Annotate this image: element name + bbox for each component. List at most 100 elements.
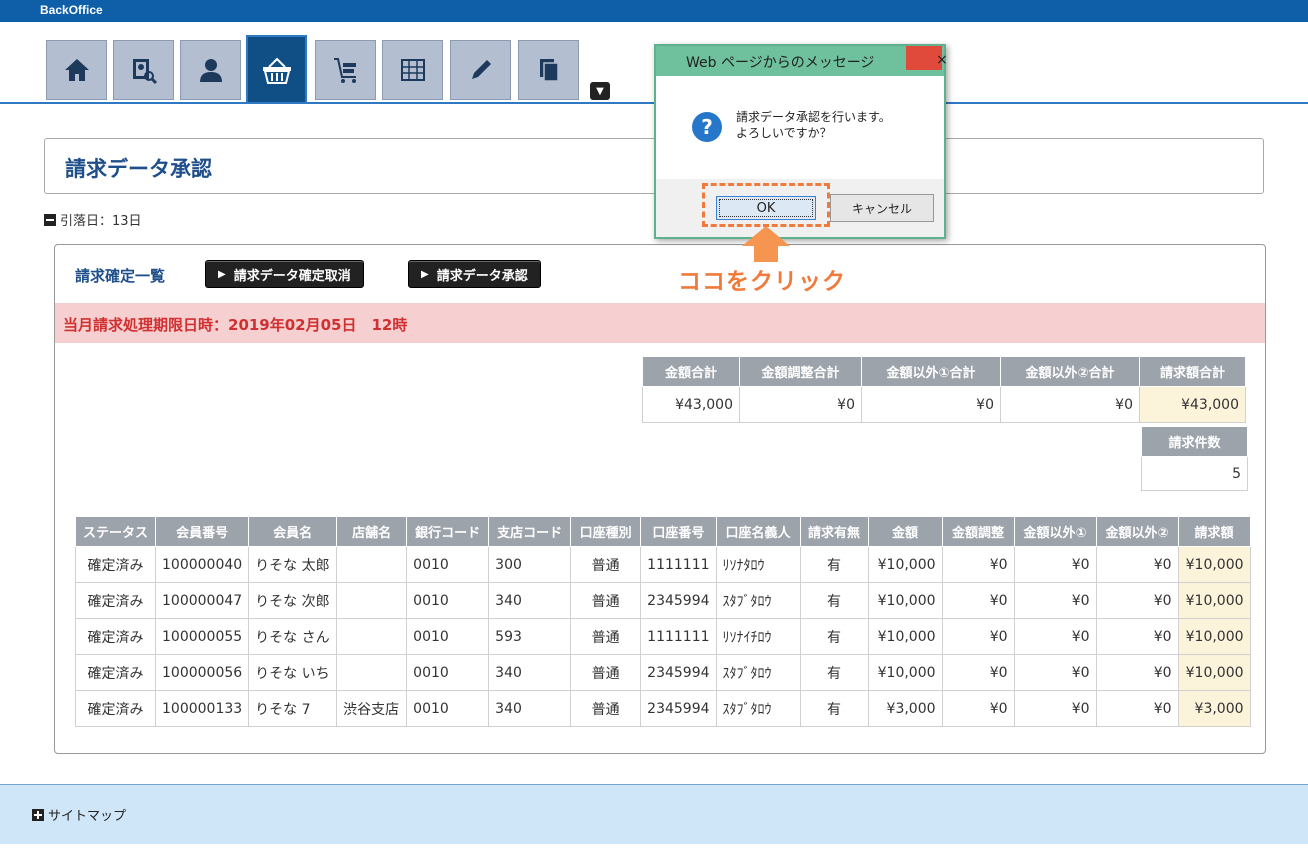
summary-header-row: 金額合計 金額調整合計 金額以外①合計 金額以外②合計 請求額合計 <box>642 356 1246 387</box>
nav-edit-button[interactable] <box>450 40 511 100</box>
table-cell: ¥10,000 <box>1177 546 1251 583</box>
table-cell: ¥10,000 <box>1177 582 1251 619</box>
table-cell: 0010 <box>406 690 490 727</box>
table-cell: 普通 <box>570 546 642 583</box>
table-cell: ¥0 <box>1013 546 1097 583</box>
table-cell: 有 <box>799 582 869 619</box>
table-cell: 100000133 <box>154 690 250 727</box>
table-cell: ¥0 <box>941 654 1015 691</box>
summary-value: ¥43,000 <box>1139 386 1246 423</box>
table-cell: ¥0 <box>941 546 1015 583</box>
table-cell: ¥0 <box>1013 690 1097 727</box>
deadline-banner: 当月請求処理期限日時：2019年02月05日 12時 <box>55 303 1265 343</box>
table-header-row: ステータス 会員番号 会員名 店舗名 銀行コード 支店コード 口座種別 口座番号… <box>75 516 1251 547</box>
table-cell: 2345994 <box>640 582 717 619</box>
question-icon: ? <box>692 112 722 142</box>
dialog-body: ? 請求データ承認を行います。 よろしいですか？ <box>656 76 944 179</box>
table-cell: ¥0 <box>941 690 1015 727</box>
table-cell: りそな 7 <box>248 690 338 727</box>
cancel-confirmation-button[interactable]: ▶ 請求データ確定取消 <box>205 260 364 288</box>
close-icon: × <box>936 52 948 68</box>
grid-icon <box>400 59 425 81</box>
table-cell: ¥3,000 <box>867 690 943 727</box>
summary-header: 金額調整合計 <box>739 356 862 387</box>
nav-billing-button[interactable] <box>246 35 307 104</box>
column-header: 請求額 <box>1177 516 1251 547</box>
column-header: 口座種別 <box>570 516 642 547</box>
play-icon: ▶ <box>421 268 429 280</box>
table-cell: 普通 <box>570 654 642 691</box>
basket-icon <box>262 57 291 84</box>
table-cell: ﾘｿﾅｲﾁﾛｳ <box>715 618 801 655</box>
column-header: 会員名 <box>248 516 338 547</box>
summary-value: ¥0 <box>861 386 1001 423</box>
summary-value: ¥0 <box>739 386 862 423</box>
table-cell: 普通 <box>570 582 642 619</box>
column-header: 金額以外② <box>1095 516 1179 547</box>
table-cell: 2345994 <box>640 654 717 691</box>
search-user-icon <box>132 59 157 85</box>
table-row: 確定済み 100000133 りそな 7 渋谷支店 0010 340 普通 2345994 ｽﾀ… <box>75 690 1251 727</box>
table-cell: ¥0 <box>1013 582 1097 619</box>
table-cell: 0010 <box>406 582 490 619</box>
table-cell: ¥0 <box>1095 546 1179 583</box>
table-cell: 0010 <box>406 546 490 583</box>
sitemap-toggle[interactable]: サイトマップ <box>32 805 126 824</box>
table-cell: りそな 太郎 <box>248 546 338 583</box>
collapse-icon <box>44 213 56 226</box>
cancel-button[interactable]: キャンセル <box>830 194 934 222</box>
column-header: 店舗名 <box>336 516 408 547</box>
count-table: 請求件数 5 <box>1141 426 1248 491</box>
copy-icon <box>539 59 559 82</box>
summary-table: 金額合計 金額調整合計 金額以外①合計 金額以外②合計 請求額合計 ¥43,00… <box>642 356 1246 423</box>
table-cell: 100000047 <box>154 582 250 619</box>
table-row: 確定済み 100000056 りそな いち 0010 340 普通 2345994 ｽﾀﾌﾞﾀ… <box>75 654 1251 691</box>
nav-copy-button[interactable] <box>518 40 579 100</box>
click-here-annotation: ココをクリック <box>678 269 846 295</box>
arrow-up-icon <box>742 226 790 262</box>
nav-more-button[interactable]: ▼ <box>590 82 610 100</box>
table-cell: りそな 次郎 <box>248 582 338 619</box>
summary-header: 請求額合計 <box>1139 356 1246 387</box>
nav-home-button[interactable] <box>46 40 107 100</box>
withdrawal-day-label: 引落日：13日 <box>60 214 142 229</box>
table-cell: 確定済み <box>75 618 156 655</box>
table-cell: 有 <box>799 690 869 727</box>
user-icon <box>199 59 222 82</box>
highlight-box <box>702 183 830 227</box>
dialog-message: 請求データ承認を行います。 よろしいですか？ <box>736 109 891 141</box>
home-icon <box>64 59 89 81</box>
list-heading: 請求確定一覧 <box>75 267 166 285</box>
withdrawal-day-toggle[interactable]: 引落日：13日 <box>44 210 142 229</box>
table-cell: ﾘｿﾅﾀﾛｳ <box>715 546 801 583</box>
table-cell: りそな いち <box>248 654 338 691</box>
count-header: 請求件数 <box>1141 426 1248 457</box>
table-cell: ¥0 <box>1013 654 1097 691</box>
column-header: 銀行コード <box>406 516 490 547</box>
summary-value: ¥0 <box>1000 386 1140 423</box>
nav-member-search-button[interactable] <box>113 40 174 100</box>
table-cell: 確定済み <box>75 654 156 691</box>
page-title: 請求データ承認 <box>65 157 212 181</box>
table-cell: りそな さん <box>248 618 338 655</box>
sitemap-bar: サイトマップ <box>0 784 1308 844</box>
dialog-title-bar: Web ページからのメッセージ × <box>656 46 948 76</box>
nav-cart-button[interactable] <box>315 40 376 100</box>
table-cell: 1111111 <box>640 618 717 655</box>
table-cell: 100000055 <box>154 618 250 655</box>
dialog-close-button[interactable]: × <box>906 46 948 70</box>
table-cell: 300 <box>488 546 572 583</box>
count-value: 5 <box>1141 456 1248 491</box>
table-row: 確定済み 100000040 りそな 太郎 0010 300 普通 1111111 ﾘｿﾅﾀﾛ… <box>75 546 1251 583</box>
table-cell <box>336 546 408 583</box>
nav-user-button[interactable] <box>180 40 241 100</box>
table-cell <box>336 582 408 619</box>
table-cell: ｽﾀﾌﾞﾀﾛｳ <box>715 690 801 727</box>
summary-header: 金額合計 <box>642 356 740 387</box>
cancel-confirmation-label: 請求データ確定取消 <box>233 268 351 284</box>
table-cell: 340 <box>488 690 572 727</box>
table-cell: 593 <box>488 618 572 655</box>
nav-grid-button[interactable] <box>382 40 443 100</box>
approve-data-button[interactable]: ▶ 請求データ承認 <box>408 260 541 288</box>
column-header: ステータス <box>75 516 156 547</box>
